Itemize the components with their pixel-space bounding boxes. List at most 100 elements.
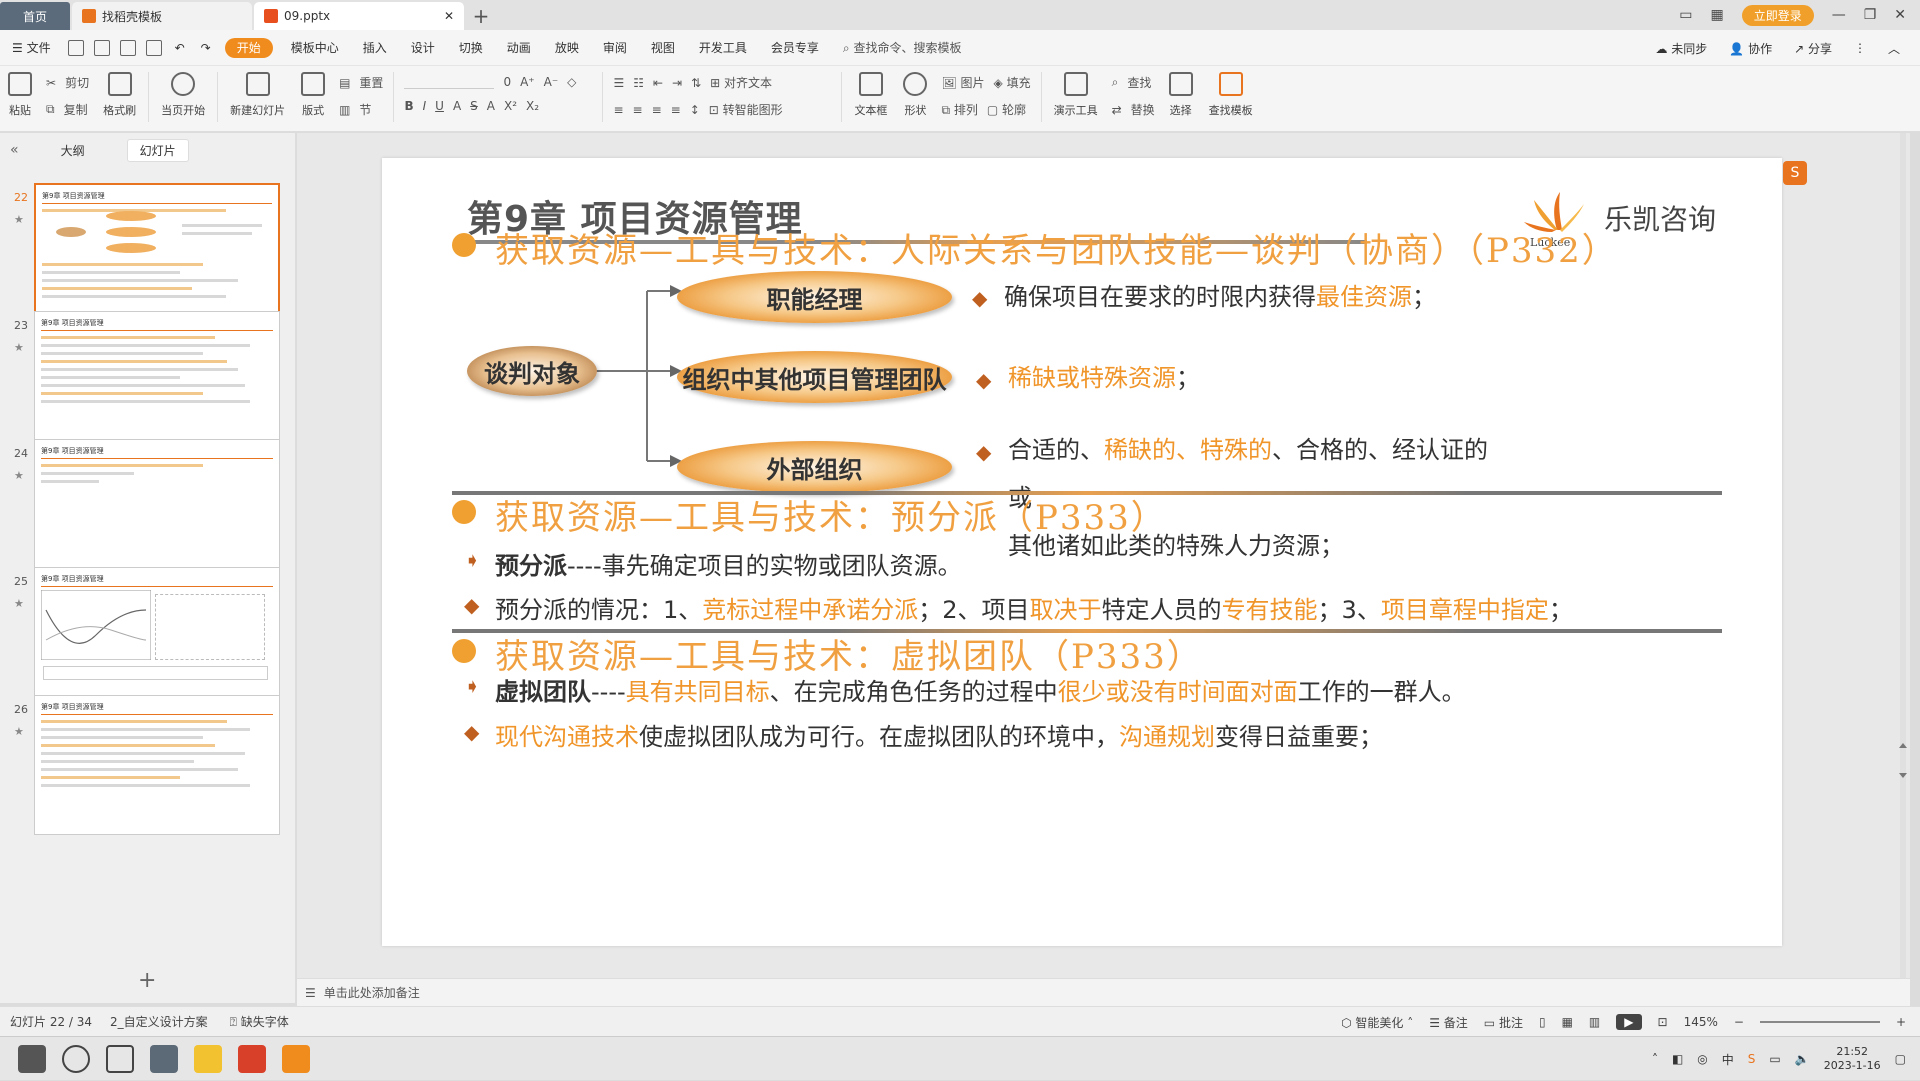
slide-thumbnail[interactable]: 第9章 项目资源管理: [34, 567, 280, 707]
thumbnail-23[interactable]: 23 ★ 第9章 项目资源管理: [0, 311, 296, 459]
thumbnail-26[interactable]: 26 ★ 第9章 项目资源管理: [0, 695, 296, 843]
subscript-icon[interactable]: X₂: [526, 99, 539, 113]
slideshow-icon[interactable]: ▶: [1616, 1014, 1642, 1030]
smart-art-button[interactable]: ⊡ 转智能图形: [709, 101, 783, 118]
tray-up-icon[interactable]: ˄: [1652, 1052, 1658, 1066]
close-window-icon[interactable]: ✕: [1894, 7, 1906, 23]
print-icon[interactable]: [119, 39, 136, 56]
text-virtual-team-def[interactable]: 虚拟团队----具有共同目标、在完成角色任务的过程中很少或没有时间面对面工作的一…: [495, 672, 1466, 707]
collapse-ribbon-icon[interactable]: ︿: [1888, 40, 1900, 57]
zoom-level[interactable]: 145%: [1684, 1015, 1718, 1029]
text-virtual-team-comm[interactable]: 现代沟通技术使虚拟团队成为可行。在虚拟团队的环境中，沟通规划变得日益重要；: [495, 717, 1383, 752]
restore-icon[interactable]: ❐: [1864, 7, 1877, 23]
menu-developer[interactable]: 开发工具: [687, 30, 759, 66]
menu-insert[interactable]: 插入: [351, 30, 399, 66]
outline-button[interactable]: ▢ 轮廓: [987, 101, 1026, 118]
menu-member[interactable]: 会员专享: [759, 30, 831, 66]
slide-thumbnail[interactable]: 第9章 项目资源管理: [34, 439, 280, 579]
heading-negotiation[interactable]: 获取资源—工具与技术：人际关系与团队技能—谈判（协商）（P332）: [495, 223, 1618, 272]
wps-tray-icon[interactable]: S: [1748, 1052, 1756, 1066]
node-other-pm-teams[interactable]: 组织中其他项目管理团队: [677, 351, 952, 403]
textbox-button[interactable]: 文本框: [846, 72, 895, 118]
app-icon[interactable]: [150, 1044, 178, 1073]
menu-review[interactable]: 审阅: [591, 30, 639, 66]
font-size-select[interactable]: 0: [503, 75, 511, 89]
font-color-icon[interactable]: A: [487, 99, 495, 113]
indent-icon[interactable]: ⇤: [653, 76, 663, 90]
wps-s-icon[interactable]: S: [1783, 161, 1807, 185]
tab-outline[interactable]: 大纲: [49, 140, 97, 161]
zoom-in-icon[interactable]: +: [1896, 1015, 1906, 1029]
sync-status[interactable]: ☁ 未同步: [1655, 40, 1707, 57]
node-external-org[interactable]: 外部组织: [677, 441, 952, 493]
copy-button[interactable]: ⧉ 复制: [46, 101, 89, 118]
missing-font[interactable]: ⍰ 缺失字体: [230, 1013, 289, 1030]
superscript-icon[interactable]: X²: [504, 99, 517, 113]
menu-template-center[interactable]: 模板中心: [279, 30, 351, 66]
redo-icon[interactable]: ↷: [201, 41, 211, 55]
section-button[interactable]: ▥ 节: [339, 101, 383, 118]
desc-other-pm-teams[interactable]: 稀缺或特殊资源；: [1008, 354, 1200, 402]
thumbnail-25[interactable]: 25 ★ 第9章 项目资源管理: [0, 567, 296, 715]
task-view-icon[interactable]: [106, 1044, 134, 1073]
menu-slideshow[interactable]: 放映: [543, 30, 591, 66]
new-tab-button[interactable]: +: [466, 2, 496, 30]
italic-icon[interactable]: I: [423, 99, 427, 113]
add-slide-button[interactable]: +: [138, 968, 156, 993]
strikethrough-icon[interactable]: S: [470, 99, 478, 113]
align-right-icon[interactable]: ≡: [652, 103, 662, 117]
normal-view-icon[interactable]: ▯: [1539, 1015, 1546, 1029]
justify-icon[interactable]: ≡: [671, 103, 681, 117]
login-button[interactable]: 立即登录: [1741, 4, 1814, 26]
export-icon[interactable]: [93, 39, 110, 56]
notes-bar[interactable]: ☰ 单击此处添加备注: [297, 978, 1910, 1006]
display-icon[interactable]: ▭: [1769, 1052, 1780, 1066]
zoom-slider[interactable]: [1759, 1021, 1880, 1023]
numbering-icon[interactable]: ☷: [633, 76, 644, 90]
shadow-icon[interactable]: A: [453, 99, 461, 113]
heading-virtual-team[interactable]: 获取资源—工具与技术：虚拟团队（P333）: [495, 629, 1203, 678]
arrange-button[interactable]: ⧉ 排列: [941, 101, 977, 118]
minimize-icon[interactable]: —: [1832, 7, 1846, 23]
zoom-out-icon[interactable]: −: [1734, 1015, 1744, 1029]
undo-icon[interactable]: ↶: [175, 41, 185, 55]
video-app-icon[interactable]: [282, 1044, 310, 1073]
image-button[interactable]: 🖼 图片: [941, 74, 984, 91]
paste-button[interactable]: 粘贴: [0, 72, 40, 118]
close-tab-icon[interactable]: ✕: [444, 9, 454, 23]
tray-app-icon[interactable]: ◧: [1672, 1052, 1683, 1066]
reset-button[interactable]: ▤ 重置: [339, 74, 383, 91]
menu-view[interactable]: 视图: [639, 30, 687, 66]
desc-functional-manager[interactable]: 确保项目在要求的时限内获得最佳资源；: [1004, 273, 1436, 321]
tab-template[interactable]: 找稻壳模板: [72, 2, 252, 30]
folder-icon[interactable]: [194, 1044, 222, 1073]
tab-home[interactable]: 首页: [0, 2, 70, 30]
layout-icon[interactable]: ▭: [1679, 7, 1692, 23]
grid-icon[interactable]: ▦: [1710, 7, 1723, 23]
present-tools-button[interactable]: 演示工具: [1046, 72, 1106, 118]
bold-icon[interactable]: B: [404, 99, 413, 113]
select-button[interactable]: 选择: [1161, 72, 1201, 118]
tab-slides[interactable]: 幻灯片: [126, 138, 189, 162]
thumbnail-22[interactable]: 22 ★ 第9章 项目资源管理: [0, 183, 296, 331]
shape-button[interactable]: 形状: [895, 72, 935, 118]
reading-view-icon[interactable]: ▥: [1589, 1015, 1600, 1029]
collab-button[interactable]: 👤 协作: [1729, 40, 1772, 57]
command-search[interactable]: ⌕ 查找命令、搜索模板: [843, 39, 962, 56]
bullets-icon[interactable]: ☰: [613, 76, 624, 90]
format-painter-button[interactable]: 格式刷: [95, 72, 144, 118]
align-center-icon[interactable]: ≡: [633, 103, 643, 117]
tray-mic-icon[interactable]: ◎: [1697, 1052, 1707, 1066]
comment-button[interactable]: ▭ 批注: [1484, 1014, 1523, 1031]
volume-icon[interactable]: 🔈: [1795, 1052, 1810, 1066]
collapse-panel-icon[interactable]: «: [10, 142, 19, 158]
ime-indicator[interactable]: 中: [1722, 1051, 1734, 1068]
start-icon[interactable]: [18, 1044, 46, 1073]
slide[interactable]: 第9章 项目资源管理 Luckee 乐凯咨询 获取资源—工具与技术：人际关系与团…: [382, 158, 1782, 946]
text-preassignment-cases[interactable]: 预分派的情况：1、竞标过程中承诺分派；2、项目取决于特定人员的专有技能；3、项目…: [495, 590, 1573, 625]
line-spacing-icon[interactable]: ↕: [690, 103, 700, 117]
cut-button[interactable]: ✂ 剪切: [46, 74, 89, 91]
theme-name[interactable]: 2_自定义设计方案: [110, 1013, 208, 1030]
menu-transition[interactable]: 切换: [447, 30, 495, 66]
menu-design[interactable]: 设计: [399, 30, 447, 66]
